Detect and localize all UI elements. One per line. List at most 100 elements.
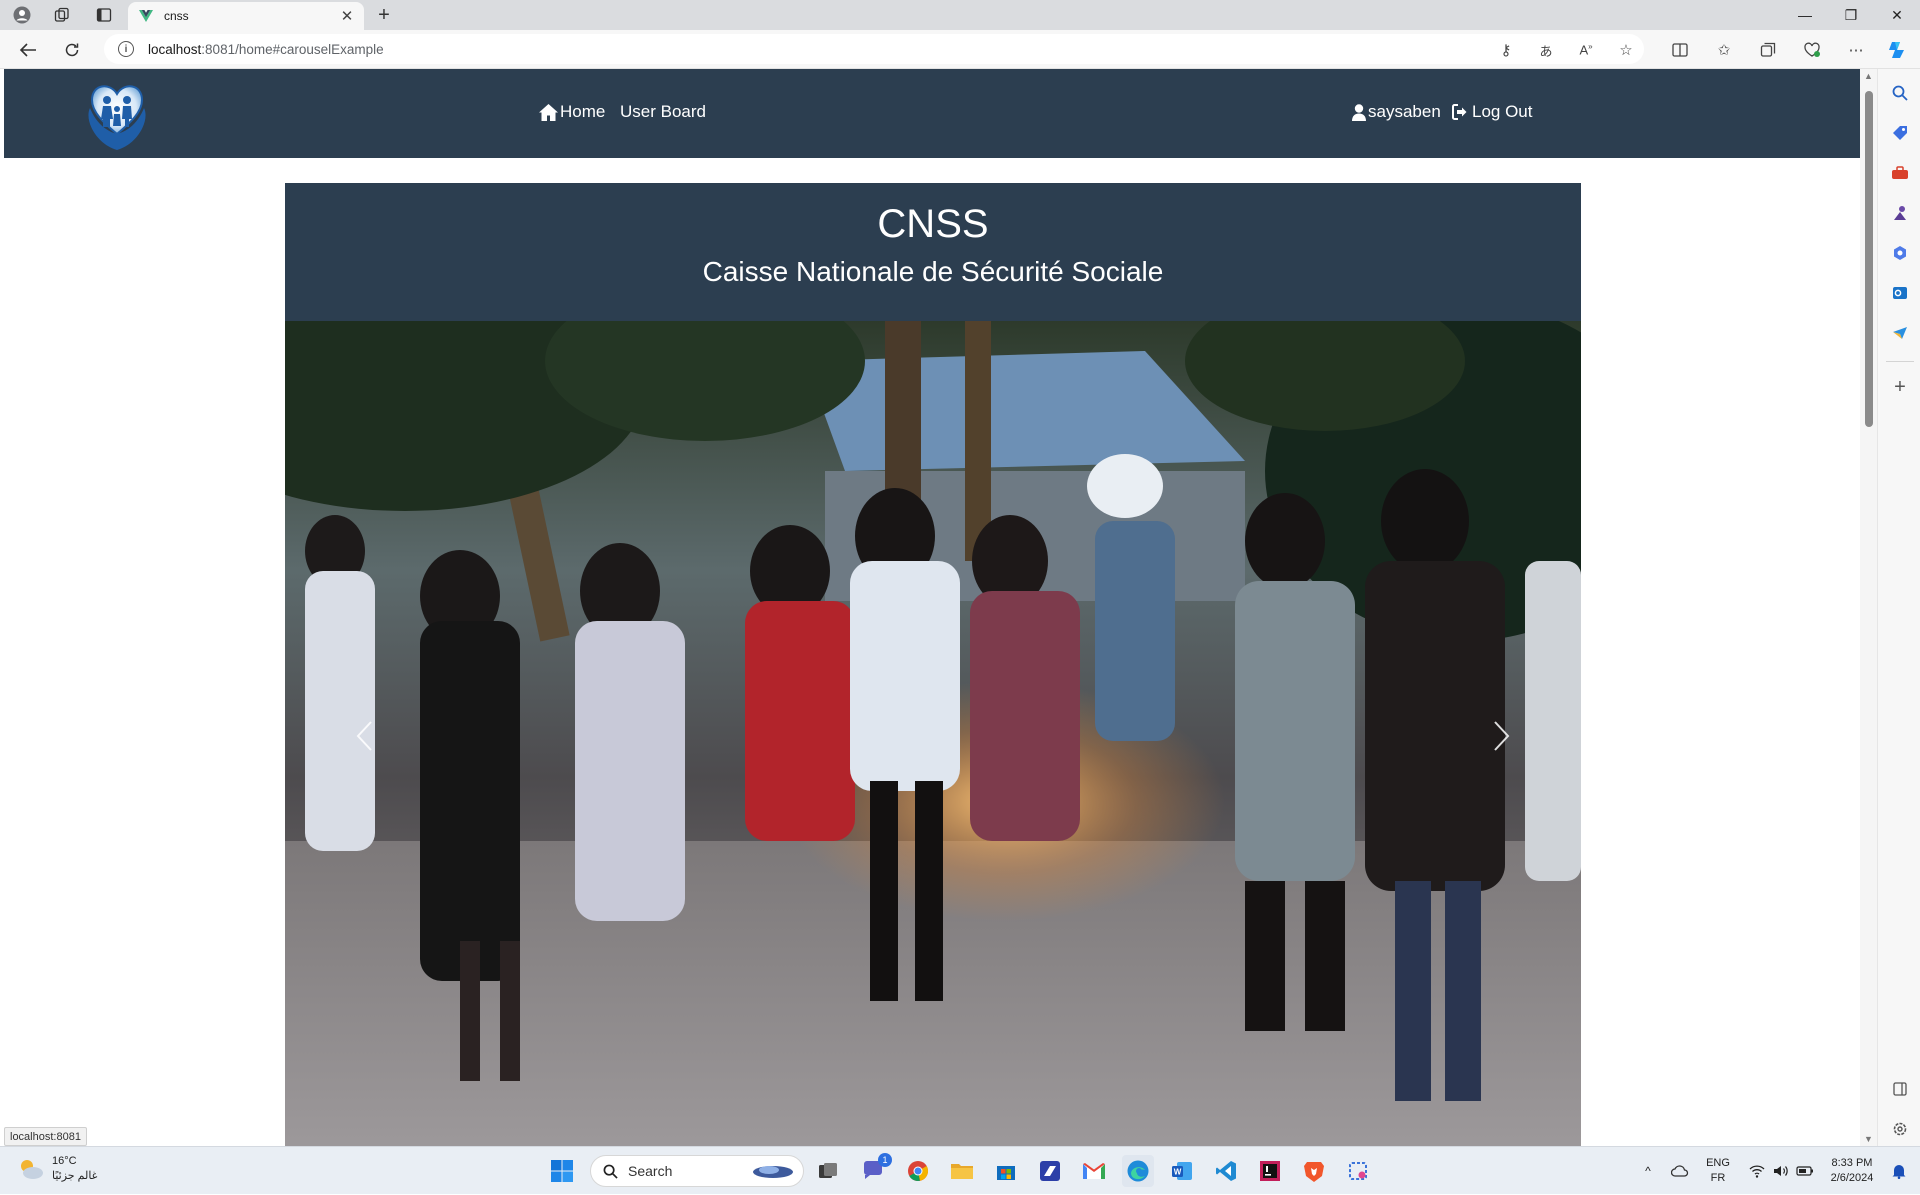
send-icon[interactable] [1888, 321, 1912, 345]
weather-widget[interactable]: 16°C غالم جزئيًا [18, 1154, 97, 1184]
nav-logout-link[interactable]: Log Out [1452, 102, 1533, 122]
scroll-up-icon[interactable]: ▲ [1864, 71, 1873, 81]
close-tab-icon[interactable]: ✕ [338, 7, 356, 25]
workspaces-icon[interactable] [50, 3, 74, 27]
chrome-icon[interactable] [902, 1155, 934, 1187]
web-page: Home User Board saysaben Log Out CNSS Ca… [4, 69, 1860, 1146]
page-subtitle: Caisse Nationale de Sécurité Sociale [702, 256, 1164, 287]
jumbotron-header: CNSS Caisse Nationale de Sécurité Social… [285, 183, 1581, 321]
edge-sidebar: + [1877, 69, 1920, 1146]
browser-toolbar: i localhost:8081/home#carouselExample ⚷ … [0, 30, 1920, 69]
windows-start-icon[interactable] [546, 1155, 578, 1187]
favorites-icon[interactable]: ✩ [1710, 36, 1738, 64]
file-explorer-icon[interactable] [946, 1155, 978, 1187]
nav-logout-label: Log Out [1472, 102, 1533, 121]
search-icon[interactable] [1888, 81, 1912, 105]
nav-username-label: saysaben [1368, 102, 1441, 121]
tab-title: cnss [164, 9, 189, 23]
language-indicator[interactable]: ENG FR [1700, 1147, 1736, 1195]
gmail-icon[interactable] [1078, 1155, 1110, 1187]
cnss-logo[interactable] [82, 74, 152, 152]
home-icon [539, 103, 558, 121]
browser-essentials-icon[interactable] [1798, 36, 1826, 64]
nav-profile-link[interactable]: saysaben [1352, 102, 1441, 122]
weather-description: غالم جزئيًا [52, 1170, 98, 1182]
close-window-button[interactable]: ✕ [1874, 0, 1920, 30]
collections-icon[interactable] [1754, 36, 1782, 64]
teams-chat-icon[interactable]: 1 [858, 1153, 892, 1187]
vscode-icon[interactable] [1210, 1155, 1242, 1187]
onedrive-icon[interactable] [1668, 1147, 1692, 1195]
shopping-tag-icon[interactable] [1888, 121, 1912, 145]
split-screen-icon[interactable] [1666, 36, 1694, 64]
carousel-next-button[interactable] [1421, 321, 1581, 1146]
carousel-prev-button[interactable] [285, 321, 445, 1146]
windows-taskbar: 16°C غالم جزئيًا Search 1 W ^ ENG FR 8:3… [0, 1146, 1920, 1194]
games-icon[interactable] [1888, 201, 1912, 225]
snipping-tool-icon[interactable] [1342, 1155, 1374, 1187]
back-button[interactable] [14, 36, 42, 64]
intellij-icon[interactable] [1254, 1155, 1286, 1187]
chat-badge: 1 [878, 1153, 892, 1167]
taskbar-search-icon [603, 1164, 618, 1179]
hide-sidebar-icon[interactable] [1888, 1077, 1912, 1101]
nav-home-link[interactable]: Home [539, 102, 605, 122]
taskbar-search-label: Search [628, 1163, 673, 1179]
tools-icon[interactable] [1888, 161, 1912, 185]
clock-date: 2/6/2024 [1830, 1172, 1874, 1184]
brave-icon[interactable] [1298, 1155, 1330, 1187]
translate-icon[interactable]: あ [1532, 36, 1560, 64]
microsoft-365-icon[interactable] [1888, 241, 1912, 265]
password-key-icon[interactable]: ⚷ [1492, 36, 1520, 64]
wifi-icon[interactable] [1746, 1147, 1768, 1195]
battery-icon[interactable] [1794, 1147, 1816, 1195]
power-automate-icon[interactable] [1034, 1155, 1066, 1187]
clock[interactable]: 8:33 PM 2/6/2024 [1822, 1147, 1882, 1195]
browser-tab[interactable]: cnss ✕ [128, 2, 364, 30]
copilot-icon[interactable] [1882, 36, 1912, 64]
chevron-right-icon [1494, 721, 1510, 751]
read-aloud-icon[interactable]: A» [1572, 36, 1600, 64]
task-view-icon[interactable] [812, 1155, 844, 1187]
page-title: CNSS [877, 202, 989, 246]
refresh-button[interactable] [58, 36, 86, 64]
info-icon[interactable]: i [118, 41, 134, 57]
edge-icon[interactable] [1122, 1155, 1154, 1187]
outlook-icon[interactable] [1888, 281, 1912, 305]
new-tab-button[interactable]: + [372, 3, 396, 27]
scroll-down-icon[interactable]: ▼ [1864, 1134, 1873, 1144]
svg-text:W: W [1174, 1168, 1182, 1177]
favorite-star-icon[interactable]: ☆ [1612, 36, 1640, 64]
taskbar-search-box[interactable]: Search [590, 1155, 804, 1187]
tab-actions-icon[interactable] [92, 3, 116, 27]
add-sidebar-app-icon[interactable]: + [1888, 375, 1912, 399]
weather-cloud-sun-icon [21, 1160, 43, 1179]
image-carousel [285, 321, 1581, 1146]
nav-userboard-link[interactable]: User Board [620, 102, 706, 122]
search-highlight-icon [753, 1166, 793, 1178]
word-icon[interactable]: W [1166, 1155, 1198, 1187]
vue-favicon-icon [138, 8, 154, 24]
link-status-tooltip: localhost:8081 [4, 1127, 87, 1146]
minimize-button[interactable]: — [1782, 0, 1828, 30]
language-bottom: FR [1710, 1172, 1726, 1184]
tab-strip: cnss ✕ + — ❐ ✕ [0, 0, 1920, 30]
notification-bell-icon[interactable] [1886, 1147, 1912, 1195]
address-bar[interactable]: i localhost:8081/home#carouselExample [104, 34, 1644, 64]
app-navbar: Home User Board saysaben Log Out [4, 69, 1860, 158]
nav-home-label: Home [560, 102, 606, 121]
page-scrollbar[interactable]: ▲ ▼ [1860, 69, 1877, 1146]
sign-out-icon [1452, 104, 1467, 120]
nav-userboard-label: User Board [620, 102, 706, 121]
restore-button[interactable]: ❐ [1828, 0, 1874, 30]
microsoft-store-icon[interactable] [990, 1155, 1022, 1187]
sidebar-settings-icon[interactable] [1888, 1117, 1912, 1141]
volume-icon[interactable] [1770, 1147, 1792, 1195]
carousel-slide-image [285, 321, 1581, 1146]
profile-icon[interactable] [10, 3, 34, 27]
more-options-icon[interactable]: ⋯ [1842, 36, 1870, 64]
scrollbar-thumb[interactable] [1865, 91, 1873, 427]
show-hidden-icons-icon[interactable]: ^ [1636, 1147, 1660, 1195]
sidebar-divider [1886, 361, 1914, 362]
language-top: ENG [1706, 1157, 1730, 1169]
